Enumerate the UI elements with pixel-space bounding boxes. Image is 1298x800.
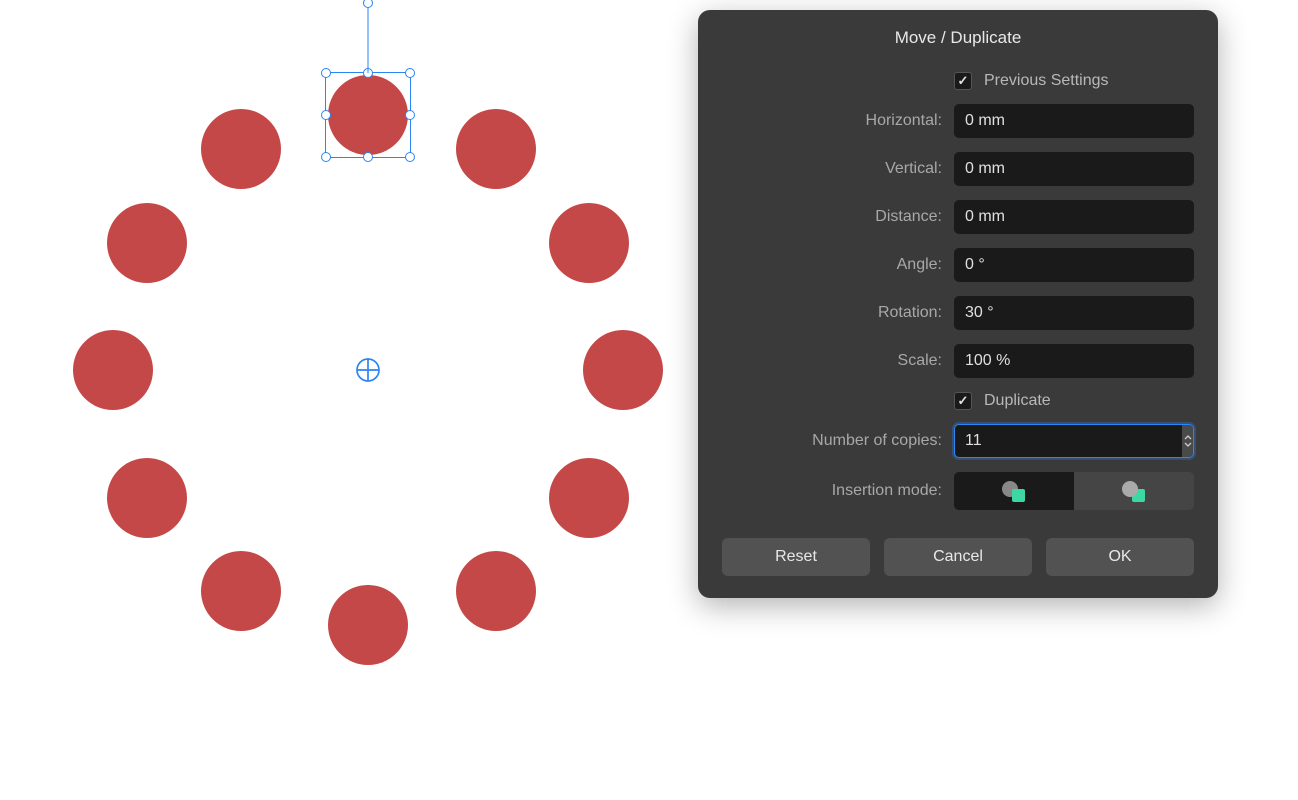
- shape-circle[interactable]: [201, 551, 281, 631]
- shape-circle[interactable]: [328, 75, 408, 155]
- distance-input[interactable]: [954, 200, 1194, 234]
- shape-circle[interactable]: [549, 203, 629, 283]
- selection-handle[interactable]: [321, 68, 331, 78]
- rotation-origin-icon[interactable]: [355, 357, 381, 383]
- shape-circle[interactable]: [107, 203, 187, 283]
- shape-circle[interactable]: [73, 330, 153, 410]
- shape-circle[interactable]: [201, 109, 281, 189]
- rotation-handle[interactable]: [363, 0, 373, 8]
- dialog-title: Move / Duplicate: [722, 28, 1194, 48]
- copies-label: Number of copies:: [722, 432, 942, 450]
- insertion-mode-label: Insertion mode:: [722, 482, 942, 500]
- duplicate-row: Duplicate: [722, 392, 1194, 410]
- previous-settings-label: Previous Settings: [984, 72, 1109, 90]
- duplicate-checkbox[interactable]: [954, 392, 972, 410]
- copies-input[interactable]: [955, 425, 1182, 457]
- dialog-button-row: Reset Cancel OK: [722, 538, 1194, 576]
- rotation-input[interactable]: [954, 296, 1194, 330]
- vertical-input[interactable]: [954, 152, 1194, 186]
- rotation-line: [368, 3, 369, 73]
- rotation-label: Rotation:: [722, 304, 942, 322]
- shape-circle[interactable]: [107, 458, 187, 538]
- angle-input[interactable]: [954, 248, 1194, 282]
- shape-circle[interactable]: [328, 585, 408, 665]
- selection-handle[interactable]: [405, 152, 415, 162]
- shape-circle[interactable]: [583, 330, 663, 410]
- previous-settings-checkbox[interactable]: [954, 72, 972, 90]
- scale-input[interactable]: [954, 344, 1194, 378]
- horizontal-label: Horizontal:: [722, 112, 942, 130]
- move-duplicate-dialog: Move / Duplicate Previous Settings Horiz…: [698, 10, 1218, 598]
- selection-handle[interactable]: [321, 152, 331, 162]
- reset-button[interactable]: Reset: [722, 538, 870, 576]
- angle-label: Angle:: [722, 256, 942, 274]
- horizontal-input[interactable]: [954, 104, 1194, 138]
- duplicate-label: Duplicate: [984, 392, 1051, 410]
- insertion-mode-options: [954, 472, 1194, 510]
- insertion-below-icon: [1122, 481, 1146, 501]
- insertion-above-icon: [1002, 481, 1026, 501]
- insertion-mode-below-button[interactable]: [1074, 472, 1194, 510]
- cancel-button[interactable]: Cancel: [884, 538, 1032, 576]
- ok-button[interactable]: OK: [1046, 538, 1194, 576]
- insertion-mode-above-button[interactable]: [954, 472, 1074, 510]
- shape-circle[interactable]: [549, 458, 629, 538]
- shape-circle[interactable]: [456, 109, 536, 189]
- canvas-area[interactable]: [0, 0, 700, 800]
- copies-wrapper: [954, 424, 1194, 458]
- copies-stepper[interactable]: [1182, 425, 1193, 457]
- distance-label: Distance:: [722, 208, 942, 226]
- vertical-label: Vertical:: [722, 160, 942, 178]
- selection-handle[interactable]: [405, 68, 415, 78]
- shape-circle[interactable]: [456, 551, 536, 631]
- previous-settings-row: Previous Settings: [722, 72, 1194, 90]
- scale-label: Scale:: [722, 352, 942, 370]
